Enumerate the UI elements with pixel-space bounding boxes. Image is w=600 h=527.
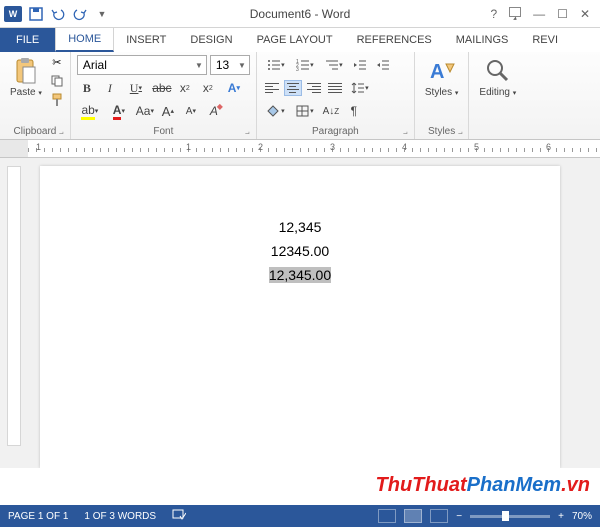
doc-line-1[interactable]: 12,345	[40, 216, 560, 240]
help-icon[interactable]: ?	[490, 7, 497, 21]
shading-button[interactable]: ▾	[263, 101, 289, 121]
italic-button[interactable]: I	[100, 78, 120, 98]
clipboard-label: Clipboard	[6, 125, 64, 138]
format-painter-icon[interactable]	[50, 93, 64, 107]
bold-button[interactable]: B	[77, 78, 97, 98]
word-icon: W	[4, 6, 22, 22]
tab-file[interactable]: FILE	[0, 28, 55, 52]
page-indicator[interactable]: PAGE 1 OF 1	[8, 511, 68, 522]
highlight-button[interactable]: ab▾	[77, 101, 103, 121]
group-paragraph: ▾ 123▾ ▾ ▾ ▾ ▾ A↓Z ¶ Paragraph	[257, 52, 415, 139]
strikethrough-button[interactable]: abc	[152, 78, 172, 98]
tab-insert[interactable]: INSERT	[114, 28, 178, 52]
print-layout-button[interactable]	[404, 509, 422, 523]
document-page[interactable]: 12,345 12345.00 12,345.00	[40, 166, 560, 468]
group-font: Arial▼ 13▼ B I U ▾ abc x2 x2 A▾ ab▾ A▾ A…	[71, 52, 257, 139]
horizontal-ruler[interactable]: 1 1 2 3 4 5 6	[0, 140, 600, 158]
underline-button[interactable]: U ▾	[123, 78, 149, 98]
styles-group-label: Styles	[421, 125, 463, 138]
align-center-button[interactable]	[284, 80, 302, 96]
multilevel-list-button[interactable]: ▾	[321, 55, 347, 75]
maximize-icon[interactable]: ☐	[557, 7, 568, 21]
zoom-slider[interactable]	[470, 515, 550, 518]
document-area[interactable]: 12,345 12345.00 12,345.00	[0, 158, 600, 468]
increase-indent-button[interactable]	[373, 55, 393, 75]
bullets-button[interactable]: ▾	[263, 55, 289, 75]
doc-line-3-selected[interactable]: 12,345.00	[269, 267, 331, 283]
save-icon[interactable]	[28, 6, 44, 22]
tab-page-layout[interactable]: PAGE LAYOUT	[245, 28, 345, 52]
copy-icon[interactable]	[50, 74, 64, 88]
zoom-out-button[interactable]: −	[456, 511, 462, 522]
styles-label: Styles	[425, 87, 452, 98]
styles-button[interactable]: A Styles ▾	[421, 55, 463, 100]
decrease-indent-button[interactable]	[350, 55, 370, 75]
font-label: Font	[77, 125, 250, 138]
clear-formatting-button[interactable]: A◆	[204, 101, 224, 121]
web-layout-button[interactable]	[430, 509, 448, 523]
font-size-combo[interactable]: 13▼	[210, 55, 250, 75]
ribbon-display-icon[interactable]: ▴	[509, 7, 521, 17]
font-name-combo[interactable]: Arial▼	[77, 55, 207, 75]
svg-text:A: A	[430, 61, 444, 83]
watermark: ThuThuatPhanMem.vn	[376, 474, 590, 497]
shrink-font-button[interactable]: A▾	[181, 101, 201, 121]
chevron-down-icon[interactable]: ▼	[195, 61, 203, 70]
subscript-button[interactable]: x2	[175, 78, 195, 98]
paste-label: Paste	[10, 87, 36, 98]
font-color-button[interactable]: A▾	[106, 101, 132, 121]
numbering-button[interactable]: 123▾	[292, 55, 318, 75]
paragraph-label: Paragraph	[263, 125, 408, 138]
group-styles: A Styles ▾ Styles	[415, 52, 470, 139]
paste-button[interactable]: Paste ▾	[6, 55, 46, 100]
editing-label: Editing	[479, 87, 510, 98]
ribbon-tabs: FILE HOME INSERT DESIGN PAGE LAYOUT REFE…	[0, 28, 600, 52]
align-left-button[interactable]	[263, 80, 281, 96]
grow-font-button[interactable]: A▴	[158, 101, 178, 121]
group-editing: Editing ▾ .	[469, 52, 526, 139]
zoom-in-button[interactable]: +	[558, 511, 564, 522]
spell-check-icon[interactable]	[172, 509, 186, 524]
cut-icon[interactable]: ✂	[50, 55, 64, 69]
read-mode-button[interactable]	[378, 509, 396, 523]
tab-references[interactable]: REFERENCES	[345, 28, 444, 52]
tab-review[interactable]: REVI	[520, 28, 570, 52]
text-effects-button[interactable]: A▾	[221, 78, 247, 98]
group-clipboard: Paste ▾ ✂ Clipboard	[0, 52, 71, 139]
minimize-icon[interactable]: —	[533, 7, 545, 21]
align-right-button[interactable]	[305, 80, 323, 96]
justify-button[interactable]	[326, 80, 344, 96]
sort-button[interactable]: A↓Z	[321, 101, 341, 121]
editing-button[interactable]: Editing ▾	[475, 55, 520, 100]
tab-design[interactable]: DESIGN	[178, 28, 244, 52]
titlebar: W ▼ Document6 - Word ? ▴ — ☐ ✕	[0, 0, 600, 28]
vertical-ruler[interactable]	[7, 166, 21, 446]
chevron-down-icon[interactable]: ▼	[238, 61, 246, 70]
tab-mailings[interactable]: MAILINGS	[444, 28, 521, 52]
line-spacing-button[interactable]: ▾	[347, 78, 373, 98]
doc-line-2[interactable]: 12345.00	[40, 240, 560, 264]
tab-home[interactable]: HOME	[55, 28, 114, 52]
window-title: Document6 - Word	[250, 7, 350, 21]
svg-text:3: 3	[296, 67, 299, 71]
zoom-level[interactable]: 70%	[572, 511, 592, 522]
borders-button[interactable]: ▾	[292, 101, 318, 121]
change-case-button[interactable]: Aa▾	[135, 101, 155, 121]
word-count[interactable]: 1 OF 3 WORDS	[84, 511, 156, 522]
ribbon: Paste ▾ ✂ Clipboard Arial▼ 13▼ B I U ▾ a…	[0, 52, 600, 140]
statusbar: PAGE 1 OF 1 1 OF 3 WORDS − + 70%	[0, 505, 600, 527]
show-marks-button[interactable]: ¶	[344, 101, 364, 121]
redo-icon[interactable]	[72, 6, 88, 22]
close-icon[interactable]: ✕	[580, 7, 590, 21]
superscript-button[interactable]: x2	[198, 78, 218, 98]
undo-icon[interactable]	[50, 6, 66, 22]
qat-customize-icon[interactable]: ▼	[94, 6, 110, 22]
